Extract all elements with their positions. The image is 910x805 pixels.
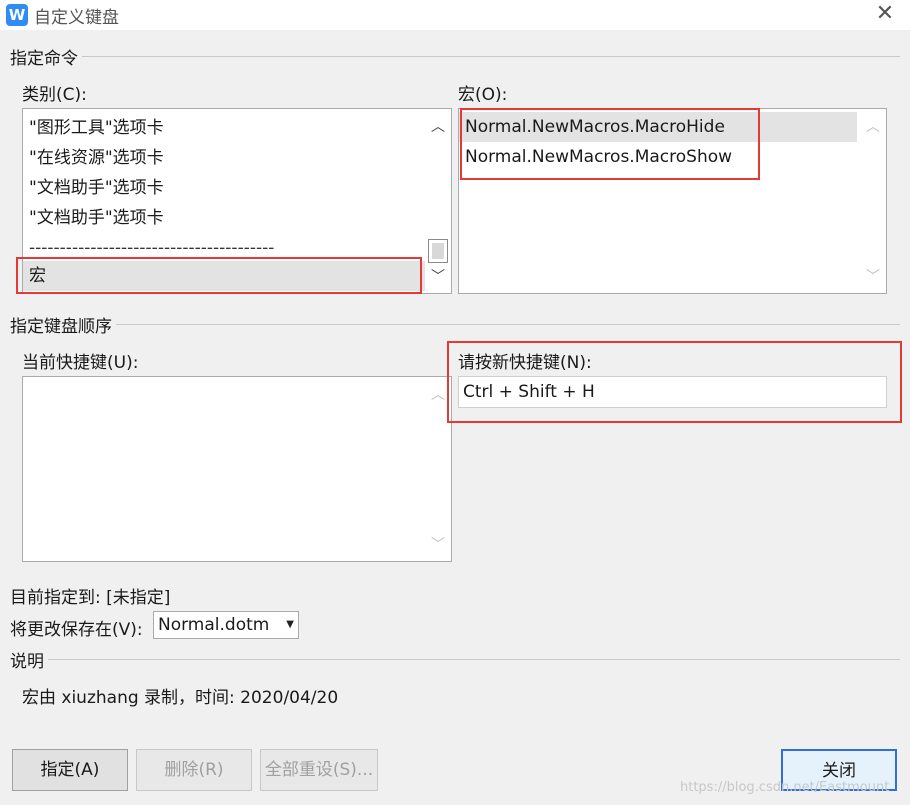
scrollbar-thumb[interactable] xyxy=(428,239,448,263)
macro-label: 宏(O): xyxy=(458,85,508,105)
list-item[interactable]: Normal.NewMacros.MacroShow xyxy=(465,142,732,172)
save-in-select[interactable]: Normal.dotm ▼ xyxy=(153,611,299,639)
category-listbox[interactable]: "图形工具"选项卡 "在线资源"选项卡 "文档助手"选项卡 "文档助手"选项卡 … xyxy=(22,108,452,294)
delete-button[interactable]: 删除(R) xyxy=(136,749,252,791)
current-keys-listbox[interactable]: ︿ ﹀ xyxy=(22,376,452,562)
section-divider xyxy=(10,659,900,660)
current-keys-scrollbar[interactable]: ︿ ﹀ xyxy=(425,377,451,561)
list-item-selected[interactable]: 宏 xyxy=(23,261,425,291)
category-scrollbar[interactable]: ︿ ﹀ xyxy=(425,109,451,293)
wps-writer-icon: W xyxy=(6,4,28,26)
list-item[interactable]: "图形工具"选项卡 xyxy=(29,113,164,143)
section-divider xyxy=(10,324,900,325)
reset-all-button[interactable]: 全部重设(S)... xyxy=(260,749,378,791)
assigned-to-text: 目前指定到: [未指定] xyxy=(10,588,171,608)
current-keys-label: 当前快捷键(U): xyxy=(22,353,139,373)
keyboard-section-label: 指定键盘顺序 xyxy=(10,312,116,337)
description-section-label: 说明 xyxy=(10,647,48,672)
new-key-input[interactable]: Ctrl + Shift + H xyxy=(458,376,887,408)
save-in-value: Normal.dotm xyxy=(158,615,270,635)
chevron-up-icon[interactable]: ︿ xyxy=(425,115,451,139)
title-bar xyxy=(0,0,910,30)
chevron-up-icon[interactable]: ︿ xyxy=(425,383,451,407)
new-key-label: 请按新快捷键(N): xyxy=(458,353,592,373)
assign-button[interactable]: 指定(A) xyxy=(12,749,128,791)
chevron-up-icon[interactable]: ︿ xyxy=(860,115,886,139)
list-item[interactable]: "文档助手"选项卡 xyxy=(29,173,164,203)
caret-down-icon: ▼ xyxy=(286,619,294,630)
chevron-down-icon[interactable]: ﹀ xyxy=(425,265,451,289)
category-label: 类别(C): xyxy=(22,85,87,105)
list-item[interactable]: "在线资源"选项卡 xyxy=(29,143,164,173)
list-item[interactable]: "文档助手"选项卡 xyxy=(29,203,164,233)
window-title: 自定义键盘 xyxy=(34,8,119,28)
command-section-label: 指定命令 xyxy=(10,44,82,69)
save-in-label: 将更改保存在(V): xyxy=(10,620,143,640)
watermark: https://blog.csdn.net/Eastmount xyxy=(680,780,890,795)
section-divider xyxy=(10,56,900,57)
chevron-down-icon[interactable]: ﹀ xyxy=(425,533,451,557)
macro-scrollbar[interactable]: ︿ ﹀ xyxy=(860,109,886,293)
close-icon[interactable]: ✕ xyxy=(872,2,898,28)
description-text: 宏由 xiuzhang 录制，时间: 2020/04/20 xyxy=(22,688,339,708)
list-separator: ---------------------------------------- xyxy=(29,238,275,258)
chevron-down-icon[interactable]: ﹀ xyxy=(860,265,886,289)
macro-listbox[interactable]: Normal.NewMacros.MacroHide Normal.NewMac… xyxy=(458,108,887,294)
list-item-selected[interactable]: Normal.NewMacros.MacroHide xyxy=(459,112,857,142)
